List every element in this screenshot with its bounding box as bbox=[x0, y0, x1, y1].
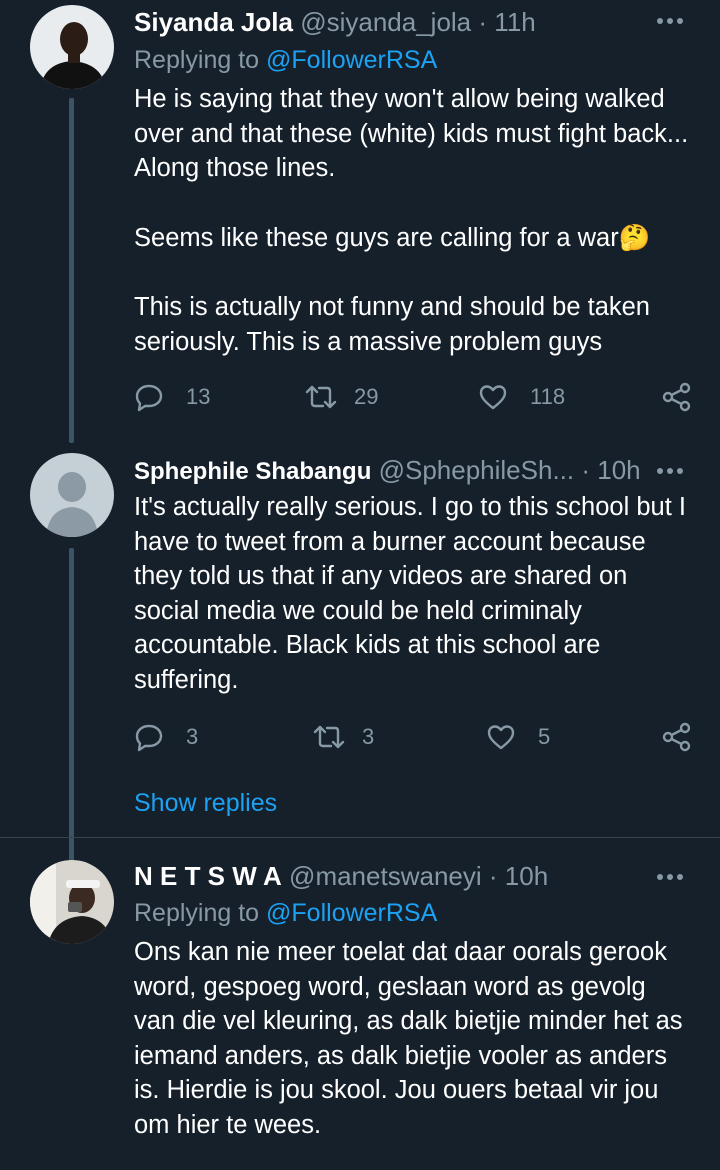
reply-button[interactable]: 13 bbox=[134, 377, 210, 417]
tweet-paragraph: This is actually not funny and should be… bbox=[134, 293, 650, 356]
replying-to: Replying to @FollowerRSA bbox=[134, 896, 437, 930]
tweet-paragraph: Ons kan nie meer toelat dat daar oorals … bbox=[134, 938, 683, 1139]
timestamp[interactable]: 10h bbox=[597, 455, 640, 485]
avatar[interactable] bbox=[30, 5, 114, 89]
tweet-text: It's actually really serious. I go to th… bbox=[134, 490, 692, 698]
share-icon bbox=[662, 382, 691, 412]
tweet-text: He is saying that they won't allow being… bbox=[134, 82, 692, 360]
more-icon[interactable] bbox=[650, 464, 690, 478]
replying-prefix: Replying to bbox=[134, 46, 260, 74]
separator-dot: · bbox=[478, 7, 488, 37]
tweet-text: Ons kan nie meer toelat dat daar oorals … bbox=[134, 935, 692, 1143]
mention-link[interactable]: @FollowerRSA bbox=[266, 899, 437, 927]
retweet-count: 29 bbox=[354, 384, 379, 409]
user-handle[interactable]: @siyanda_jola bbox=[300, 7, 471, 37]
user-handle[interactable]: @manetswaneyi bbox=[289, 861, 482, 891]
show-replies-link[interactable]: Show replies bbox=[134, 789, 277, 818]
share-button[interactable] bbox=[662, 377, 692, 417]
separator-dot: · bbox=[581, 455, 591, 485]
avatar[interactable] bbox=[30, 860, 114, 944]
display-name[interactable]: Sphephile Shabangu bbox=[134, 458, 371, 485]
tweet-paragraph: Seems like these guys are calling for a … bbox=[134, 223, 651, 252]
like-count: 118 bbox=[530, 384, 566, 409]
tweet-actions: 3 3 5 bbox=[134, 717, 694, 757]
tweet-actions: 13 29 118 bbox=[134, 377, 694, 417]
reply-count: 3 bbox=[186, 724, 199, 749]
tweet-paragraph: He is saying that they won't allow being… bbox=[134, 85, 689, 183]
more-icon[interactable] bbox=[650, 870, 690, 884]
user-handle[interactable]: @SphephileSh... bbox=[379, 455, 575, 485]
reply-count: 13 bbox=[186, 384, 211, 409]
more-icon[interactable] bbox=[650, 14, 690, 28]
retweet-icon bbox=[313, 725, 345, 749]
like-count: 5 bbox=[538, 724, 551, 749]
mention-link[interactable]: @FollowerRSA bbox=[266, 46, 437, 74]
thread-line bbox=[69, 98, 74, 443]
retweet-icon bbox=[305, 385, 337, 409]
reply-icon bbox=[135, 724, 163, 752]
timestamp[interactable]: 10h bbox=[505, 861, 548, 891]
reply-icon bbox=[135, 384, 163, 412]
separator-dot: · bbox=[488, 861, 498, 891]
tweet-header: Siyanda Jola @siyanda_jola · 11h bbox=[134, 2, 690, 42]
display-name[interactable]: Siyanda Jola bbox=[134, 7, 293, 37]
retweet-button[interactable]: 3 bbox=[312, 717, 374, 757]
like-button[interactable]: 5 bbox=[486, 717, 550, 757]
thread-dots bbox=[70, 790, 74, 826]
retweet-button[interactable]: 29 bbox=[304, 377, 378, 417]
tweet-header: Sphephile Shabangu @SphephileSh... · 10h bbox=[134, 450, 690, 490]
tweet-header: N E T S W A @manetswaneyi · 10h bbox=[134, 856, 690, 896]
reply-button[interactable]: 3 bbox=[134, 717, 198, 757]
timestamp[interactable]: 11h bbox=[494, 7, 535, 37]
display-name[interactable]: N E T S W A bbox=[134, 861, 282, 891]
replying-to: Replying to @FollowerRSA bbox=[134, 43, 437, 77]
like-icon bbox=[487, 725, 515, 750]
share-icon bbox=[662, 722, 691, 752]
divider bbox=[0, 837, 720, 838]
share-button[interactable] bbox=[662, 717, 692, 757]
retweet-count: 3 bbox=[362, 724, 375, 749]
like-icon bbox=[479, 385, 507, 410]
replying-prefix: Replying to bbox=[134, 899, 260, 927]
tweet-paragraph: It's actually really serious. I go to th… bbox=[134, 493, 686, 694]
like-button[interactable]: 118 bbox=[478, 377, 565, 417]
avatar[interactable] bbox=[30, 453, 114, 537]
